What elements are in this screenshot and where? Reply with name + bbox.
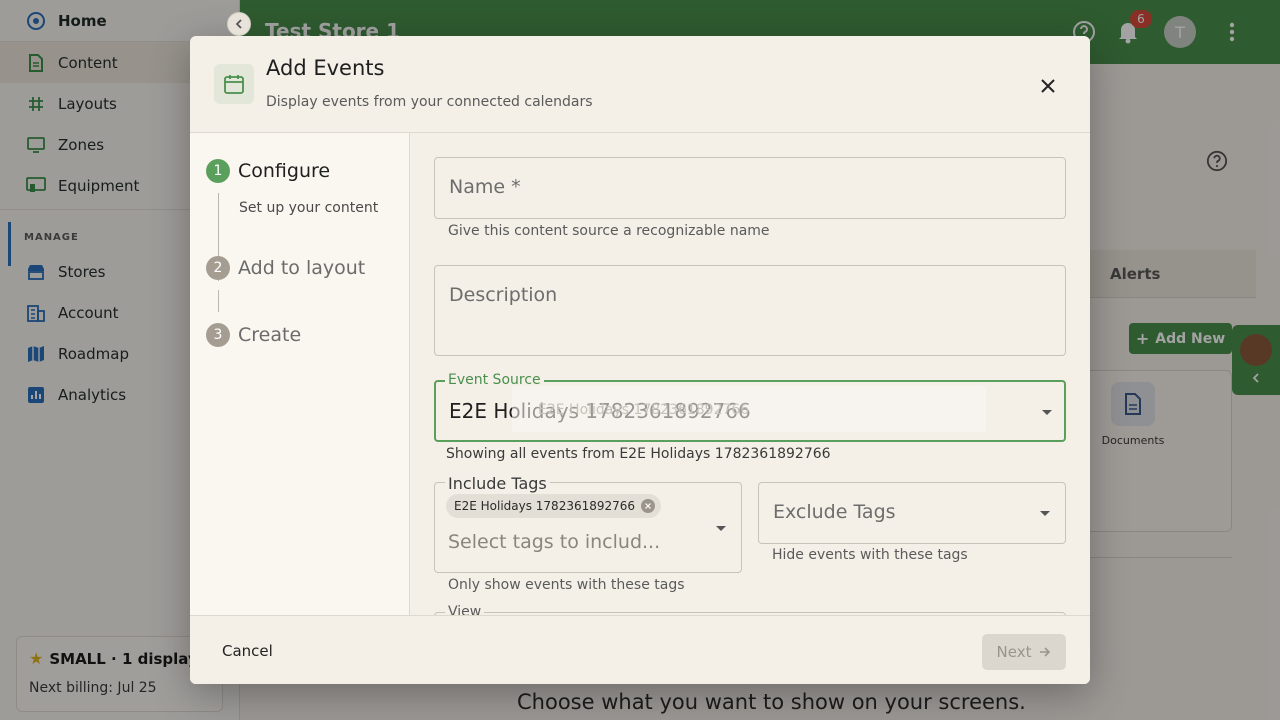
- step-configure[interactable]: 1 Configure: [206, 159, 330, 183]
- step-number: 3: [206, 323, 230, 347]
- tag-chip[interactable]: E2E Holidays 1782361892766: [446, 494, 662, 518]
- dropdown-menu-fading: E2E Holidays 1782361892766: [512, 386, 986, 432]
- name-placeholder: Name *: [449, 176, 521, 198]
- name-field[interactable]: Name *: [434, 157, 1066, 219]
- exclude-tags-helper-text: Hide events with these tags: [772, 547, 968, 563]
- arrow-right-icon: [1040, 647, 1051, 657]
- step-label: Configure: [238, 160, 331, 182]
- include-tags-helper-text: Only show events with these tags: [448, 577, 685, 593]
- dropdown-arrow-icon: [716, 526, 726, 531]
- description-field[interactable]: Description: [434, 265, 1066, 356]
- include-tags-placeholder: Select tags to includ...: [448, 531, 661, 553]
- step-label: Create: [238, 324, 302, 346]
- name-helper-text: Give this content source a recognizable …: [448, 223, 770, 239]
- step-description: Set up your content: [239, 200, 379, 216]
- close-button[interactable]: [1034, 72, 1062, 100]
- description-placeholder: Description: [449, 284, 558, 306]
- dropdown-arrow-icon: [1042, 410, 1052, 415]
- tag-chip-label: E2E Holidays 1782361892766: [454, 499, 636, 513]
- next-button[interactable]: Next: [982, 634, 1066, 670]
- close-icon: [1041, 79, 1055, 93]
- exclude-tags-select[interactable]: Exclude Tags: [758, 482, 1066, 544]
- chip-remove-icon[interactable]: [641, 499, 656, 513]
- event-source-helper-text: Showing all events from E2E Holidays 178…: [446, 446, 831, 462]
- wizard-stepper: 1 Configure Set up your content 2 Add to…: [190, 133, 410, 615]
- include-tags-label: Include Tags: [445, 474, 550, 493]
- view-label: View: [445, 604, 485, 615]
- dialog-subtitle: Display events from your connected calen…: [266, 94, 593, 110]
- dialog-footer: Cancel Next: [190, 615, 1090, 684]
- exclude-tags-placeholder: Exclude Tags: [773, 501, 896, 523]
- dialog-header: Add Events Display events from your conn…: [190, 36, 1090, 133]
- step-add-to-layout[interactable]: 2 Add to layout: [206, 256, 365, 280]
- dialog-title: Add Events: [266, 56, 385, 80]
- calendar-icon: [214, 64, 254, 104]
- step-connector: [218, 290, 219, 312]
- dropdown-arrow-icon: [1040, 511, 1050, 516]
- chevron-left-icon: [235, 19, 242, 29]
- dropdown-option[interactable]: E2E Holidays 1782361892766: [538, 402, 749, 418]
- sidebar-collapse-button[interactable]: [227, 12, 251, 36]
- step-number: 2: [206, 256, 230, 280]
- step-number: 1: [206, 159, 230, 183]
- step-create[interactable]: 3 Create: [206, 323, 301, 347]
- include-tags-select[interactable]: E2E Holidays 1782361892766 Select tags t…: [434, 482, 742, 573]
- cancel-button[interactable]: Cancel: [210, 635, 285, 667]
- configure-form: Name * Give this content source a recogn…: [411, 133, 1090, 615]
- next-label: Next: [996, 643, 1032, 661]
- add-events-dialog: Add Events Display events from your conn…: [190, 36, 1090, 684]
- step-label: Add to layout: [238, 257, 366, 279]
